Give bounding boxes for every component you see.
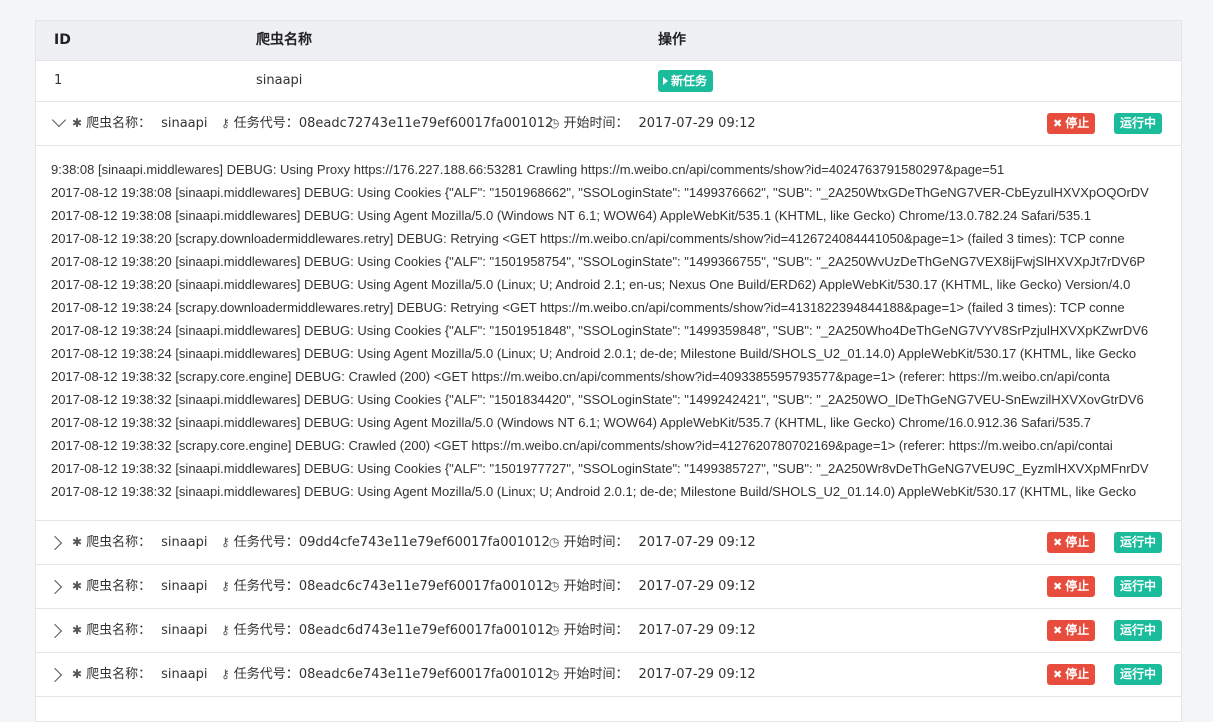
job-row[interactable]: ✱ 爬虫名称： sinaapi ⚷ 任务代号：08eadc6d743e11e79ef60… [36,609,1181,653]
table-row: 1 sinaapi 新任务 [36,61,1181,102]
bug-icon: ✱ [72,579,83,593]
page-margin [1201,0,1213,685]
job-start-time: ◷ 开始时间： 2017-07-29 09:12 [549,521,756,564]
key-icon: ⚷ [221,535,230,549]
clock-icon: ◷ [549,623,560,637]
log-line: 2017-08-12 19:38:08 [sinaapi.middlewares… [51,185,1149,200]
key-icon: ⚷ [221,116,230,130]
job-start-time: ◷ 开始时间： 2017-07-29 09:12 [549,102,756,145]
log-line: 2017-08-12 19:38:32 [scrapy.core.engine]… [51,369,1110,384]
log-line: 2017-08-12 19:38:24 [scrapy.downloadermi… [51,300,1125,315]
job-spider-name: ✱ 爬虫名称： sinaapi [72,565,208,608]
chevron-icon[interactable] [47,579,63,595]
stop-button[interactable]: ✖ 停止 [1047,532,1096,553]
running-badge: 运行中 [1114,620,1163,641]
job-row[interactable]: ✱ 爬虫名称： sinaapi ⚷ 任务代号：09dd4cfe743e11e79ef60… [36,521,1181,565]
chevron-icon[interactable] [47,667,63,683]
bug-icon: ✱ [72,116,83,130]
clock-icon: ◷ [549,667,560,681]
log-line: 2017-08-12 19:38:08 [sinaapi.middlewares… [51,208,1092,223]
job-spider-name: ✱ 爬虫名称： sinaapi [72,609,208,652]
log-line: 2017-08-12 19:38:24 [sinaapi.middlewares… [51,346,1137,361]
running-badge: 运行中 [1114,113,1163,134]
log-line: 2017-08-12 19:38:20 [scrapy.downloadermi… [51,231,1125,246]
clock-icon: ◷ [549,535,560,549]
chevron-icon[interactable] [51,112,67,128]
log-line: 2017-08-12 19:38:32 [sinaapi.middlewares… [51,392,1144,407]
job-row[interactable]: ✱ 爬虫名称： sinaapi ⚷ 任务代号：08eadc6c743e11e79ef60… [36,565,1181,609]
job-row[interactable]: ✱ 爬虫名称： sinaapi ⚷ 任务代号：08eadc72743e11e79ef60… [36,102,1181,146]
stop-button[interactable]: ✖ 停止 [1047,620,1096,641]
log-line: 2017-08-12 19:38:20 [sinaapi.middlewares… [51,254,1146,269]
log-line: 2017-08-12 19:38:32 [scrapy.core.engine]… [51,438,1113,453]
job-log: 9:38:08 [sinaapi.middlewares] DEBUG: Usi… [36,146,1181,521]
job-task-id: ⚷ 任务代号：08eadc6c743e11e79ef60017fa001012 [221,565,552,608]
running-badge: 运行中 [1114,664,1163,685]
clock-icon: ◷ [549,579,560,593]
header-op: 操作 [658,32,686,48]
header-name: 爬虫名称 [256,32,312,48]
log-line: 2017-08-12 19:38:32 [sinaapi.middlewares… [51,415,1092,430]
job-spider-name: ✱ 爬虫名称： sinaapi [72,521,208,564]
header-id: ID [54,32,71,48]
log-line: 2017-08-12 19:38:20 [sinaapi.middlewares… [51,277,1131,292]
job-task-id: ⚷ 任务代号：08eadc72743e11e79ef60017fa001012 [221,102,553,145]
close-icon: ✖ [1053,117,1063,130]
close-icon: ✖ [1053,580,1063,593]
job-start-time: ◷ 开始时间： 2017-07-29 09:12 [549,653,756,696]
bug-icon: ✱ [72,535,83,549]
bug-icon: ✱ [72,667,83,681]
stop-button[interactable]: ✖ 停止 [1047,576,1096,597]
close-icon: ✖ [1053,668,1063,681]
chevron-icon[interactable] [47,535,63,551]
log-line: 9:38:08 [sinaapi.middlewares] DEBUG: Usi… [51,162,1005,177]
play-icon [663,77,668,85]
job-spider-name: ✱ 爬虫名称： sinaapi [72,653,208,696]
log-line: 2017-08-12 19:38:24 [sinaapi.middlewares… [51,323,1149,338]
spider-panel: ID 爬虫名称 操作 1 sinaapi 新任务 ✱ 爬虫名称： sinaapi ⚷ 任… [35,20,1182,722]
close-icon: ✖ [1053,624,1063,637]
job-task-id: ⚷ 任务代号：08eadc6e743e11e79ef60017fa001012 [221,653,553,696]
log-line: 2017-08-12 19:38:32 [sinaapi.middlewares… [51,461,1149,476]
key-icon: ⚷ [221,667,230,681]
row-name: sinaapi [256,73,303,88]
new-task-button[interactable]: 新任务 [658,70,714,92]
running-badge: 运行中 [1114,532,1163,553]
job-start-time: ◷ 开始时间： 2017-07-29 09:12 [549,609,756,652]
job-task-id: ⚷ 任务代号：08eadc6d743e11e79ef60017fa001012 [221,609,553,652]
clock-icon: ◷ [549,116,560,130]
chevron-icon[interactable] [47,623,63,639]
running-badge: 运行中 [1114,576,1163,597]
stop-button[interactable]: ✖ 停止 [1047,664,1096,685]
job-row[interactable]: ✱ 爬虫名称： sinaapi ⚷ 任务代号：08eadc6e743e11e79ef60… [36,653,1181,697]
key-icon: ⚷ [221,579,230,593]
close-icon: ✖ [1053,536,1063,549]
job-start-time: ◷ 开始时间： 2017-07-29 09:12 [549,565,756,608]
job-task-id: ⚷ 任务代号：09dd4cfe743e11e79ef60017fa001012 [221,521,550,564]
stop-button[interactable]: ✖ 停止 [1047,113,1096,134]
row-id: 1 [54,73,63,88]
job-spider-name: ✱ 爬虫名称： sinaapi [72,102,208,145]
bug-icon: ✱ [72,623,83,637]
key-icon: ⚷ [221,623,230,637]
table-header: ID 爬虫名称 操作 [36,21,1181,61]
job-list: ✱ 爬虫名称： sinaapi ⚷ 任务代号：08eadc72743e11e79ef60… [36,102,1181,697]
log-line: 2017-08-12 19:38:32 [sinaapi.middlewares… [51,484,1137,499]
